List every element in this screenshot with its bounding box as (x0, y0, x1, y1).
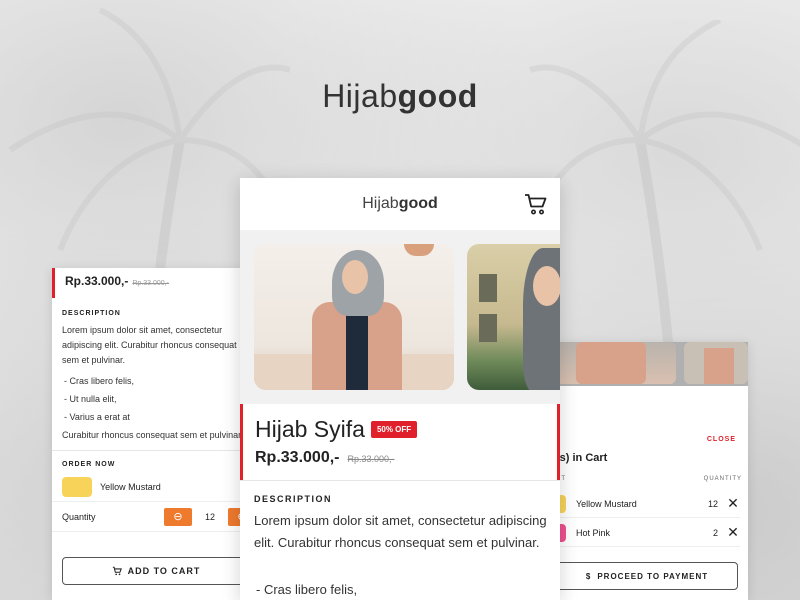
product-info: Hijab Syifa 50% OFF Rp.33.000,- Rp.33.00… (240, 404, 560, 480)
color-swatch (62, 476, 92, 497)
description-list-item: - Varius a erat at (64, 412, 130, 422)
cart-table-header: NT QUANTITY (556, 476, 742, 482)
description-list-item: - Ut nulla elit, (64, 394, 117, 404)
quantity-label: Quantity (62, 511, 96, 522)
order-now-heading: ORDER NOW (62, 461, 116, 468)
cart-item-quantity: 12 (707, 498, 718, 509)
app-logo-regular: Hijab (362, 195, 399, 212)
description-extra-line: Curabitur rhoncus consequat sem et pulvi… (62, 430, 242, 440)
description-text: Lorem ipsum dolor sit amet, consectetur … (62, 325, 237, 365)
quantity-row: Quantity ⊖ 12 ⊕ (52, 502, 252, 532)
product-photo-main[interactable] (254, 244, 454, 390)
description-list-item: - Cras libero felis, (64, 376, 135, 386)
description-heading: DESCRIPTION (254, 494, 333, 504)
add-to-cart-label: ADD TO CART (127, 566, 201, 576)
cart-sheet-card-right: CLOSE (s) in Cart NT QUANTITY Yellow Mus… (556, 342, 748, 600)
variant-name: Yellow Mustard (100, 481, 161, 492)
price: Rp.33.000,- (255, 449, 340, 466)
cart-item-quantity: 2 (712, 527, 718, 538)
product-photo (556, 342, 676, 384)
product-card-center: Hijabgood Hijab Syifa 50% OFF Rp.33.000,… (240, 178, 560, 600)
remove-item-icon[interactable]: ✕ (726, 495, 740, 512)
proceed-to-payment-label: PROCEED TO PAYMENT (597, 571, 709, 581)
quantity-value: 12 (204, 511, 215, 522)
decrement-button[interactable]: ⊖ (164, 507, 192, 526)
discount-badge: 50% OFF (370, 421, 418, 438)
divider (240, 480, 560, 481)
app-logo[interactable]: Hijabgood (362, 195, 438, 213)
old-price: Rp.33.000,- (132, 280, 169, 287)
remove-item-icon[interactable]: ✕ (726, 524, 740, 541)
app-logo-bold: good (398, 195, 438, 212)
brand-logo-bold: good (397, 78, 478, 114)
product-gallery-background (556, 342, 748, 386)
cart-item: Hot Pink 2 ✕ (556, 519, 740, 547)
cart-icon[interactable] (524, 192, 548, 216)
close-button[interactable]: CLOSE (707, 436, 736, 443)
old-price: Rp.33.000,- (347, 454, 395, 464)
product-photo (684, 342, 748, 384)
divider (52, 450, 252, 451)
cart-icon (112, 566, 122, 576)
description-text: Lorem ipsum dolor sit amet, consectetur … (254, 513, 547, 550)
brand-logo-regular: Hijab (322, 78, 398, 114)
description-list-item: - Cras libero felis, (256, 582, 358, 597)
price-row: Rp.33.000,- Rp.33.000,- (52, 268, 252, 298)
proceed-to-payment-button[interactable]: $ PROCEED TO PAYMENT (556, 562, 738, 590)
product-gallery[interactable] (240, 230, 560, 404)
column-quantity: QUANTITY (703, 476, 742, 482)
app-header: Hijabgood (240, 178, 560, 230)
add-to-cart-button[interactable]: ADD TO CART (62, 557, 250, 585)
product-title: Hijab Syifa (255, 416, 365, 442)
cart-item: Yellow Mustard 12 ✕ (556, 490, 740, 518)
price: Rp.33.000,- (65, 274, 129, 288)
cart-item-name: Yellow Mustard (576, 498, 637, 509)
product-detail-card-left: Rp.33.000,- Rp.33.000,- DESCRIPTION Lore… (52, 268, 252, 600)
description-heading: DESCRIPTION (62, 310, 121, 317)
variant-option[interactable]: Yellow Mustard (52, 472, 252, 502)
price-row: Rp.33.000,- Rp.33.000,- (255, 449, 545, 467)
product-photo-secondary[interactable] (467, 244, 560, 390)
brand-logo: Hijabgood (0, 78, 800, 115)
cart-sheet: CLOSE (s) in Cart NT QUANTITY Yellow Mus… (556, 408, 748, 600)
cart-item-name: Hot Pink (576, 527, 611, 538)
title-row: Hijab Syifa 50% OFF (255, 416, 545, 443)
dollar-icon: $ (585, 571, 592, 581)
cart-title: (s) in Cart (556, 452, 608, 464)
